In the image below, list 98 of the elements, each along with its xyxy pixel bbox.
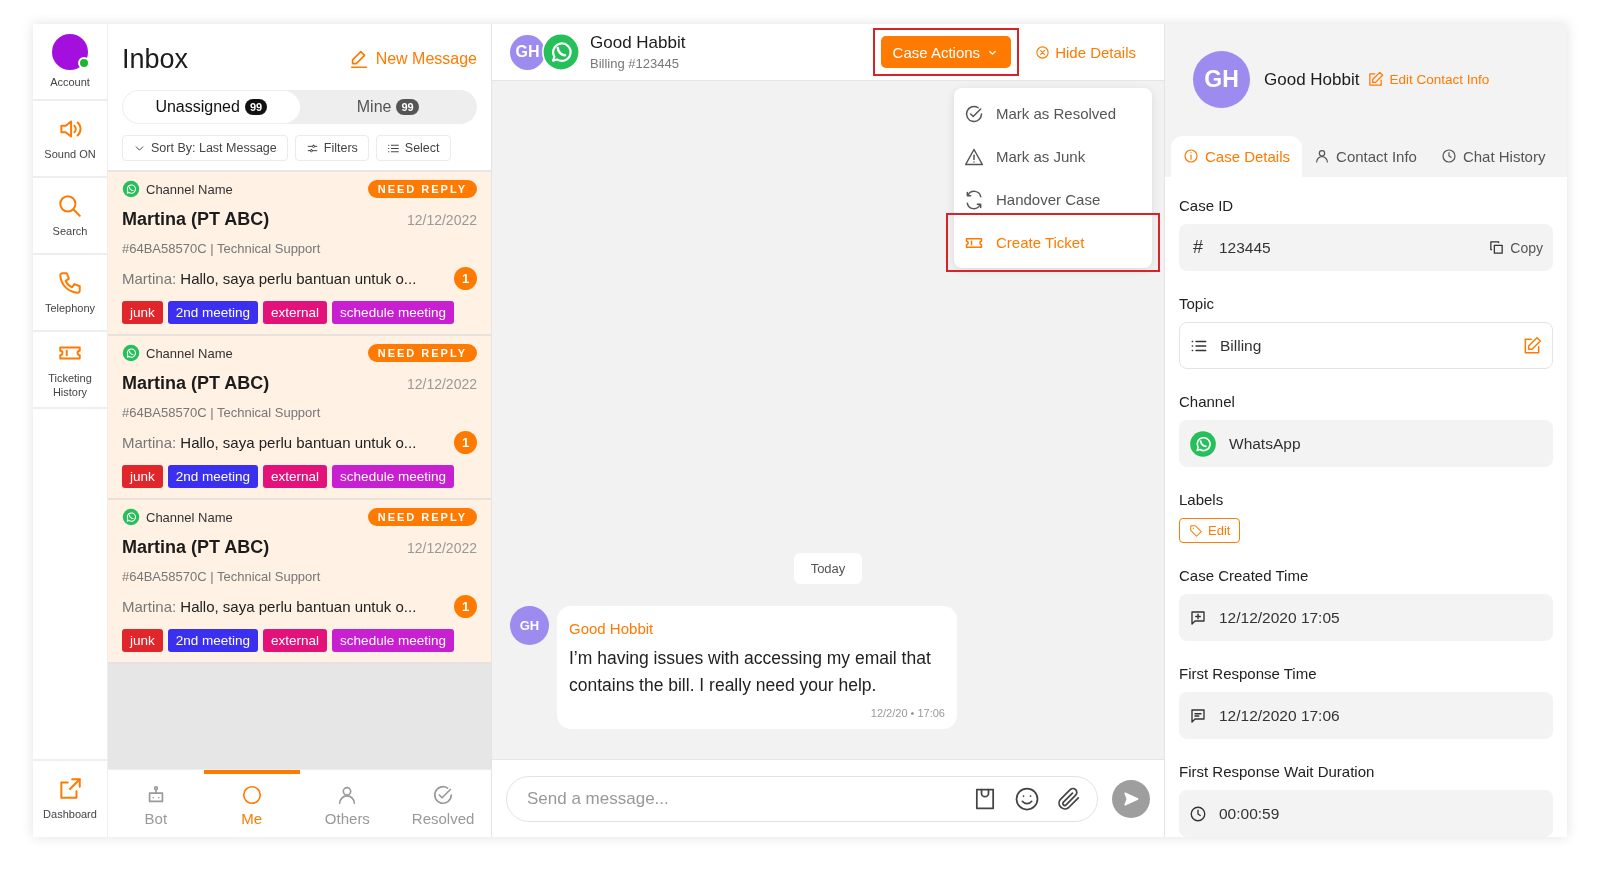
whatsapp-icon bbox=[122, 180, 140, 198]
account-avatar[interactable] bbox=[52, 33, 88, 70]
contact-name: Good Habbit bbox=[590, 33, 687, 53]
field-label: Case ID bbox=[1179, 197, 1235, 214]
contact-avatar: GH bbox=[1193, 51, 1250, 109]
label-tag: 2nd meeting bbox=[167, 465, 259, 488]
edit-icon[interactable] bbox=[1522, 335, 1542, 356]
field-label: First Response Wait Duration bbox=[1179, 763, 1376, 780]
case-reference: #64BA58570C | Technical Support bbox=[122, 241, 322, 256]
unread-count: 1 bbox=[454, 267, 477, 290]
select-button[interactable]: Select bbox=[375, 135, 451, 161]
contact-name: Good Hobbit bbox=[1264, 69, 1360, 90]
nav-label: Account bbox=[49, 75, 91, 90]
menu-item[interactable]: Mark as Resolved bbox=[954, 92, 1152, 135]
tag-icon bbox=[1189, 523, 1203, 538]
message-preview: Martina: Hallo, saya perlu bantuan untuk o... bbox=[122, 270, 417, 287]
whatsapp-icon bbox=[542, 33, 580, 71]
whatsapp-icon bbox=[1189, 429, 1217, 458]
label-tag: external bbox=[263, 301, 328, 324]
clock-icon bbox=[1189, 804, 1207, 823]
label-tag: schedule meeting bbox=[332, 465, 454, 488]
warning-icon bbox=[964, 146, 984, 167]
conversation-date: 12/12/2022 bbox=[406, 211, 477, 228]
conversation-card[interactable]: Channel Name NEED REPLY Martina (PT ABC) 12/12/2022 #64BA58570C | Technical Support Martina: Hallo, saya perlu bantuan untuk o... 1 junk 2nd meeting external schedule meeting bbox=[108, 172, 491, 336]
label-tag: junk bbox=[122, 629, 163, 652]
search-icon bbox=[57, 192, 83, 219]
time-value: 12/12/2020 17:06 bbox=[1219, 706, 1341, 725]
message-preview: Martina: Hallo, saya perlu bantuan untuk o... bbox=[122, 434, 417, 451]
copy-button[interactable]: Copy bbox=[1488, 239, 1543, 256]
channel-name: Channel Name bbox=[146, 509, 233, 525]
details-tab[interactable]: Contact Info bbox=[1302, 135, 1429, 177]
contact-avatar: GH bbox=[510, 34, 545, 70]
sender-name: Good Hobbit bbox=[569, 619, 655, 637]
sort-dropdown[interactable]: Sort By: Last Message bbox=[122, 135, 288, 161]
label-tag: 2nd meeting bbox=[167, 629, 259, 652]
whatsapp-icon bbox=[122, 344, 140, 362]
label-tag: schedule meeting bbox=[332, 301, 454, 324]
label-tag: junk bbox=[122, 301, 163, 324]
menu-item[interactable]: Mark as Junk bbox=[954, 135, 1152, 178]
contact-name: Martina (PT ABC) bbox=[122, 209, 270, 230]
label-tag: external bbox=[263, 629, 328, 652]
case-reference: #64BA58570C | Technical Support bbox=[122, 405, 322, 420]
topic-value: Billing bbox=[1220, 336, 1263, 355]
label-tag: external bbox=[263, 465, 328, 488]
unread-count: 1 bbox=[454, 595, 477, 618]
clock-icon bbox=[1440, 148, 1457, 165]
message-time: 12/2/20 • 17:06 bbox=[870, 707, 945, 719]
conversation-card[interactable]: Channel Name NEED REPLY Martina (PT ABC) 12/12/2022 #64BA58570C | Technical Support Martina: Hallo, saya perlu bantuan untuk o... 1 junk 2nd meeting external schedule meeting bbox=[108, 336, 491, 500]
status-badge: NEED REPLY bbox=[367, 180, 477, 198]
time-value: 00:00:59 bbox=[1219, 804, 1281, 823]
contact-name: Martina (PT ABC) bbox=[122, 373, 270, 394]
refresh-icon bbox=[964, 189, 984, 210]
chat-icon bbox=[1189, 706, 1207, 725]
conversation-date: 12/12/2022 bbox=[406, 375, 477, 392]
check-circle-icon bbox=[964, 103, 984, 124]
field-label: Case Created Time bbox=[1179, 567, 1310, 584]
field-label: Labels bbox=[1179, 491, 1225, 508]
check-circle-icon bbox=[432, 784, 455, 806]
message-text: I’m having issues with accessing my email that contains the bill. I really need your help. bbox=[569, 646, 932, 697]
time-value: 12/12/2020 17:05 bbox=[1219, 608, 1341, 627]
copy-icon bbox=[1488, 239, 1506, 256]
case-id-value: 123445 bbox=[1219, 238, 1272, 257]
inbox-tab[interactable]: Mine 99 bbox=[299, 91, 476, 123]
status-badge: NEED REPLY bbox=[367, 344, 477, 362]
filters-button[interactable]: Filters bbox=[294, 135, 369, 161]
hash-symbol: # bbox=[1192, 237, 1204, 258]
message-preview: Martina: Hallo, saya perlu bantuan untuk o... bbox=[122, 598, 417, 615]
label-tag: schedule meeting bbox=[332, 629, 454, 652]
menu-item[interactable]: Handover Case bbox=[954, 178, 1152, 221]
edit-icon bbox=[1367, 71, 1385, 89]
case-subtitle: Billing #123445 bbox=[590, 56, 680, 71]
sender-avatar: GH bbox=[510, 605, 549, 645]
label-tag: 2nd meeting bbox=[167, 301, 259, 324]
label-tag: junk bbox=[122, 465, 163, 488]
inbox-title: Inbox bbox=[122, 43, 189, 75]
field-label: Topic bbox=[1179, 295, 1216, 312]
channel-name: Channel Name bbox=[146, 345, 233, 361]
message-text-input[interactable]: Send a message... bbox=[525, 787, 957, 810]
whatsapp-icon bbox=[122, 508, 140, 526]
case-reference: #64BA58570C | Technical Support bbox=[122, 569, 322, 584]
details-tab[interactable]: Chat History bbox=[1428, 135, 1558, 177]
conversation-date: 12/12/2022 bbox=[406, 539, 477, 556]
field-label: First Response Time bbox=[1179, 665, 1318, 682]
unread-count: 1 bbox=[454, 431, 477, 454]
inbox-tab[interactable]: Unassigned 99 bbox=[123, 91, 300, 123]
channel-name: Channel Name bbox=[146, 181, 233, 197]
channel-value: WhatsApp bbox=[1229, 434, 1302, 453]
circle-icon bbox=[240, 784, 263, 806]
chat-plus-icon bbox=[1189, 608, 1207, 627]
topic-field[interactable]: Billing bbox=[1179, 322, 1553, 369]
status-badge: NEED REPLY bbox=[367, 508, 477, 526]
info-icon bbox=[1183, 148, 1199, 165]
conversation-card[interactable]: Channel Name NEED REPLY Martina (PT ABC) 12/12/2022 #64BA58570C | Technical Support Martina: Hallo, saya perlu bantuan untuk o... 1 junk 2nd meeting external schedule meeting bbox=[108, 500, 491, 664]
contact-name: Martina (PT ABC) bbox=[122, 537, 270, 558]
field-label: Channel bbox=[1179, 393, 1236, 410]
person-icon bbox=[1314, 148, 1331, 165]
send-button[interactable] bbox=[1112, 779, 1150, 818]
phone-icon bbox=[57, 269, 83, 296]
